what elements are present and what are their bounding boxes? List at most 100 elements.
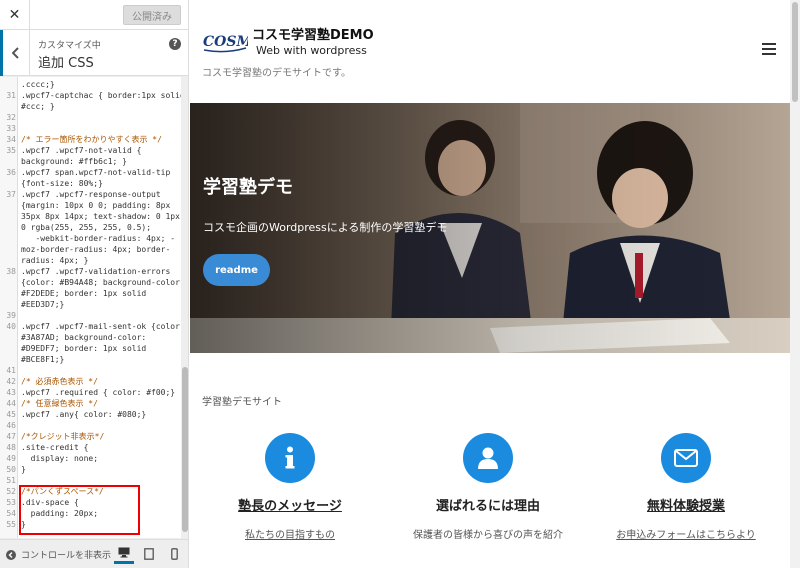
site-subtitle: Web with wordpress [256,44,367,57]
code-text: 0 rgba(255, 255, 255, 0.5); [21,223,152,232]
feature-subtitle[interactable]: お申込みフォームはこちらより [591,526,781,541]
code-line[interactable]: 49 display: none; [0,453,181,464]
code-line[interactable]: 33 [0,123,181,134]
editor-scroll-thumb[interactable] [182,367,188,532]
code-text: #3A87AD; background-color: [21,333,147,342]
mail-icon [674,449,698,467]
device-mobile-button[interactable] [164,544,184,564]
code-line[interactable]: 40 .wpcf7 .wpcf7-mail-sent-ok {color: [0,321,181,332]
hero-section: 学習塾デモ コスモ企画のWordpressによる制作の学習塾デモ readme [190,103,790,353]
section-title: 追加 CSS [38,56,94,71]
code-line[interactable]: radius: 4px; } [0,255,181,266]
code-line[interactable]: 35px 8px 14px; text-shadow: 0 1px [0,211,181,222]
code-line[interactable]: moz-border-radius: 4px; border- [0,244,181,255]
line-number: 50 [6,465,16,474]
site-preview: COSMO コスモ学習塾DEMO Web with wordpress コスモ学… [190,0,800,568]
code-text: /* エラー箇所をわかりやすく表示 */ [21,135,162,144]
code-line[interactable]: 50} [0,464,181,475]
code-line[interactable]: 45 .wpcf7 .any{ color: #080;} [0,409,181,420]
feature-icon-circle [463,433,513,483]
line-number: 51 [6,476,16,485]
line-number: 44 [6,399,16,408]
code-line[interactable]: background: #ffb6c1; } [0,156,181,167]
close-customizer-button[interactable]: ✕ [0,0,30,30]
code-line[interactable]: 34 /* エラー箇所をわかりやすく表示 */ [0,134,181,145]
code-line[interactable]: 46 [0,420,181,431]
line-number: 33 [6,124,16,133]
line-number: 46 [6,421,16,430]
line-number: 37 [6,190,16,199]
line-number: 32 [6,113,16,122]
publish-button[interactable]: 公開済み [123,5,181,25]
feature-title[interactable]: 塾長のメッセージ [195,495,385,514]
code-text: .wpcf7 .wpcf7-response-output [21,190,161,199]
code-line[interactable]: 44 /* 任意緑色表示 */ [0,398,181,409]
code-text: .cccc;} [21,80,55,89]
code-line[interactable]: 36 .wpcf7 span.wpcf7-not-valid-tip [0,167,181,178]
code-line[interactable]: #F2DEDE; border: 1px solid [0,288,181,299]
code-line[interactable]: 47 /*クレジット非表示*/ [0,431,181,442]
desktop-icon [118,547,130,558]
code-line[interactable]: 39 [0,310,181,321]
code-text: #F2DEDE; border: 1px solid [21,289,147,298]
code-text: #ccc; } [21,102,55,111]
code-line[interactable]: 41 [0,365,181,376]
feature-subtitle[interactable]: 私たちの目指すもの [195,526,385,541]
site-logo[interactable]: COSMO [202,24,248,54]
preview-scroll-thumb[interactable] [792,2,798,102]
help-icon[interactable]: ? [169,38,181,50]
device-tablet-button[interactable] [139,544,159,564]
code-line[interactable]: .cccc;} [0,79,181,90]
code-line[interactable]: 37 .wpcf7 .wpcf7-response-output [0,189,181,200]
user-icon [478,447,498,469]
code-line[interactable]: 0 rgba(255, 255, 255, 0.5); [0,222,181,233]
code-line[interactable]: -webkit-border-radius: 4px; - [0,233,181,244]
code-line[interactable]: #ccc; } [0,101,181,112]
code-line[interactable]: 35 .wpcf7 .wpcf7-not-valid { [0,145,181,156]
code-text: #EED3D7;} [21,300,65,309]
code-text: {margin: 10px 0 0; padding: 8px [21,201,171,210]
preview-scrollbar[interactable] [790,0,800,568]
code-text: #D9EDF7; border: 1px solid [21,344,147,353]
mobile-icon [170,548,178,560]
back-button[interactable] [0,30,30,76]
code-line[interactable]: #EED3D7;} [0,299,181,310]
code-line[interactable]: 32 [0,112,181,123]
code-line[interactable]: 42 /* 必須赤色表示 */ [0,376,181,387]
code-line[interactable]: #3A87AD; background-color: [0,332,181,343]
close-icon: ✕ [8,7,21,23]
code-line[interactable]: 31 .wpcf7-captchac { border:1px solid [0,90,181,101]
code-line[interactable]: {font-size: 80%;} [0,178,181,189]
code-text: 35px 8px 14px; text-shadow: 0 1px [21,212,180,221]
code-text: .wpcf7 .wpcf7-mail-sent-ok {color: [21,322,181,331]
feature-subtitle: 保護者の皆様から喜びの声を紹介 [413,530,563,541]
readme-button[interactable]: readme [203,254,270,286]
hero-text: コスモ企画のWordpressによる制作の学習塾デモ [203,221,448,234]
code-text: {font-size: 80%;} [21,179,103,188]
code-text: /*クレジット非表示*/ [21,432,105,441]
editor-scrollbar[interactable] [181,77,188,538]
code-text: moz-border-radius: 4px; border- [21,245,171,254]
feature-icon-circle [661,433,711,483]
code-line[interactable]: 48 .site-credit { [0,442,181,453]
code-line[interactable]: #D9EDF7; border: 1px solid [0,343,181,354]
feature-item: 無料体験授業 お申込みフォームはこちらより [591,433,781,541]
css-code-editor[interactable]: .cccc;} 31 .wpcf7-captchac { border:1px so… [0,77,181,538]
code-text: /* 任意緑色表示 */ [21,399,98,408]
code-line[interactable]: 38 .wpcf7 .wpcf7-validation-errors [0,266,181,277]
site-description: コスモ学習塾のデモサイトです。 [202,68,351,79]
code-text: } [21,465,26,474]
collapse-icon [6,549,16,560]
code-line[interactable]: {margin: 10px 0 0; padding: 8px [0,200,181,211]
code-line[interactable]: #BCE8F1;} [0,354,181,365]
code-line[interactable]: 43 .wpcf7 .required { color: #f00;} [0,387,181,398]
hide-controls-label: コントロールを非表示 [21,551,112,561]
site-name[interactable]: コスモ学習塾DEMO [252,24,374,43]
hamburger-menu-icon[interactable] [762,43,776,55]
line-number: 38 [6,267,16,276]
device-desktop-button[interactable] [114,544,134,564]
feature-title[interactable]: 無料体験授業 [591,495,781,514]
code-line[interactable]: {color: #B94A48; background-color: [0,277,181,288]
hide-controls-button[interactable]: コントロールを非表示 [6,548,111,561]
code-text: .wpcf7 span.wpcf7-not-valid-tip [21,168,171,177]
